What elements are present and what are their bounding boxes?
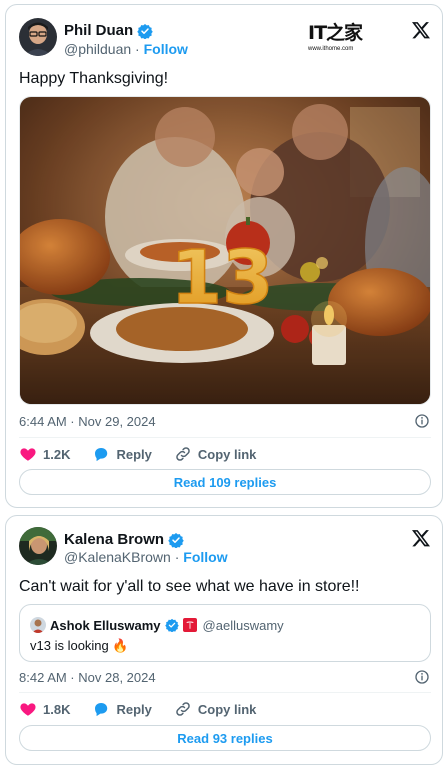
- author-name[interactable]: Phil Duan: [64, 22, 133, 39]
- copy-link-button[interactable]: Copy link: [174, 700, 257, 718]
- author-handle[interactable]: @philduan: [64, 41, 131, 57]
- verified-badge-icon: [137, 23, 153, 39]
- avatar-phil-duan[interactable]: [19, 18, 57, 56]
- author-handle[interactable]: @KalenaKBrown: [64, 549, 171, 565]
- like-count: 1.2K: [43, 446, 71, 462]
- watermark-url: www.ithome.com: [308, 46, 354, 52]
- reply-label: Reply: [116, 701, 152, 717]
- verified-badge-icon: [168, 532, 184, 548]
- follow-button[interactable]: Follow: [183, 549, 227, 565]
- follow-button[interactable]: Follow: [144, 41, 188, 57]
- info-icon[interactable]: [414, 669, 430, 685]
- x-logo-icon[interactable]: [411, 528, 431, 548]
- link-icon: [176, 447, 190, 461]
- heart-icon: [20, 448, 36, 461]
- link-icon: [176, 702, 190, 716]
- x-logo-icon[interactable]: [411, 20, 431, 40]
- quoted-author-name[interactable]: Ashok Elluswamy: [50, 618, 161, 633]
- tweet-card-phil-duan: Phil Duan @philduan · Follow IT之家 www.it…: [5, 4, 443, 508]
- tweet-timestamp[interactable]: 8:42 AM · Nov 28, 2024: [19, 670, 156, 685]
- ithome-watermark-logo: IT之家 www.ithome.com: [308, 23, 364, 59]
- avatar-kalena-brown[interactable]: [19, 527, 57, 565]
- read-replies-button[interactable]: Read 109 replies: [19, 469, 431, 495]
- quoted-tweet-text: v13 is looking 🔥: [30, 638, 129, 653]
- verified-badge-icon: [164, 618, 179, 632]
- separator: ·: [174, 549, 180, 565]
- heart-icon: [20, 703, 36, 716]
- reply-bubble-icon: [95, 448, 108, 462]
- info-icon[interactable]: [414, 413, 430, 429]
- separator: ·: [135, 41, 140, 57]
- author-name[interactable]: Kalena Brown: [64, 531, 164, 548]
- divider: [19, 692, 431, 693]
- copy-link-label: Copy link: [197, 701, 257, 717]
- quoted-tweet[interactable]: Ashok Elluswamy @aelluswamy v13 is looki…: [19, 604, 431, 662]
- watermark-main: IT之家: [308, 22, 363, 44]
- like-button[interactable]: 1.2K: [19, 445, 70, 463]
- like-count: 1.8K: [43, 701, 71, 717]
- copy-link-button[interactable]: Copy link: [174, 445, 257, 463]
- reply-label: Reply: [116, 446, 152, 462]
- read-replies-button[interactable]: Read 93 replies: [19, 725, 431, 751]
- reply-button[interactable]: Reply: [92, 700, 152, 718]
- tweet-photo[interactable]: 13: [19, 96, 431, 405]
- divider: [19, 437, 431, 438]
- tweet-text: Happy Thanksgiving!: [19, 70, 169, 87]
- tweet-text: Can't wait for y'all to see what we have…: [19, 578, 360, 595]
- copy-link-label: Copy link: [197, 446, 257, 462]
- tweet-timestamp[interactable]: 6:44 AM · Nov 29, 2024: [19, 414, 156, 429]
- tesla-icon: [182, 618, 197, 632]
- quoted-avatar[interactable]: [30, 617, 46, 633]
- like-button[interactable]: 1.8K: [19, 700, 70, 718]
- tweet-card-kalena-brown: Kalena Brown @KalenaKBrown · Follow Can'…: [5, 515, 443, 765]
- reply-bubble-icon: [95, 703, 108, 717]
- quoted-author-handle[interactable]: @aelluswamy: [203, 618, 284, 633]
- reply-button[interactable]: Reply: [92, 445, 152, 463]
